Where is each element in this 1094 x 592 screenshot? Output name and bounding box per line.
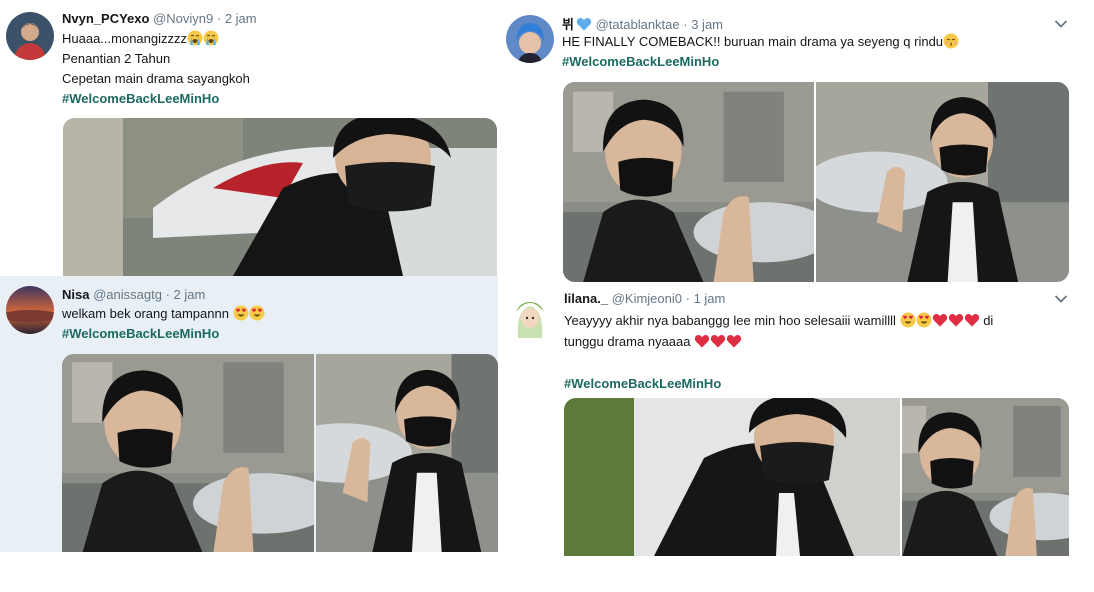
tweet-line: Penantian 2 Tahun xyxy=(62,51,171,66)
tweet-card[interactable]: lilana._ @Kimjeoni0 · 1 jam Yeayyyy akhi… xyxy=(504,284,1084,556)
red-heart-emoji xyxy=(964,312,980,328)
tweet-line: Cepetan main drama sayangkoh xyxy=(62,71,250,86)
red-heart-emoji xyxy=(932,312,948,328)
photo[interactable] xyxy=(902,398,1069,556)
blue-heart-emoji xyxy=(576,16,592,32)
tweet-line: HE FINALLY COMEBACK!! buruan main drama … xyxy=(562,32,1072,52)
hashtag-link[interactable]: #WelcomeBackLeeMinHo xyxy=(62,326,219,341)
author-name[interactable]: Nisa xyxy=(62,287,89,302)
chevron-down-icon[interactable] xyxy=(1054,19,1068,29)
tweet-line: Yeayyyy akhir nya babanggg lee min hoo s… xyxy=(564,312,994,328)
chevron-down-icon[interactable] xyxy=(1054,294,1068,304)
kissing-face-emoji xyxy=(943,33,959,49)
timestamp[interactable]: 3 jam xyxy=(691,17,723,32)
tweet-line: tunggu drama nyaaaa xyxy=(564,331,1074,352)
heart-eyes-emoji xyxy=(916,312,932,328)
author-handle[interactable]: @Noviyn9 xyxy=(153,11,213,26)
hashtag-link[interactable]: #WelcomeBackLeeMinHo xyxy=(62,91,219,106)
tweet-line: welkam bek orang tampannn xyxy=(62,304,492,324)
loudly-crying-face-emoji xyxy=(187,30,203,46)
photo[interactable] xyxy=(563,82,814,282)
tweet-card[interactable]: Nisa @anissagtg · 2 jam welkam bek orang… xyxy=(0,276,498,552)
heart-eyes-emoji xyxy=(249,305,265,321)
separator: · xyxy=(216,11,222,26)
author-name[interactable]: 뷔 xyxy=(562,17,592,32)
separator: · xyxy=(165,287,170,302)
loudly-crying-face-emoji xyxy=(203,30,219,46)
avatar[interactable] xyxy=(506,15,554,63)
heart-eyes-emoji xyxy=(233,305,249,321)
hashtag-link[interactable]: #WelcomeBackLeeMinHo xyxy=(562,54,719,69)
photo[interactable] xyxy=(816,82,1069,282)
timestamp[interactable]: 2 jam xyxy=(174,287,206,302)
separator: · xyxy=(683,17,688,32)
timestamp[interactable]: 1 jam xyxy=(694,291,726,306)
author-handle[interactable]: @Kimjeoni0 xyxy=(612,291,682,306)
hashtag-link[interactable]: #WelcomeBackLeeMinHo xyxy=(564,376,721,391)
avatar[interactable] xyxy=(6,12,54,60)
tweet-media[interactable] xyxy=(563,82,1069,282)
tweet-media[interactable] xyxy=(564,398,1069,556)
photo[interactable] xyxy=(62,354,314,552)
red-heart-emoji xyxy=(948,312,964,328)
photo[interactable] xyxy=(63,118,497,276)
author-handle[interactable]: @tatablanktae xyxy=(596,17,680,32)
photo[interactable] xyxy=(316,354,498,552)
separator: · xyxy=(685,291,690,306)
tweet-card[interactable]: 뷔 @tatablanktae · 3 jam HE FINALLY COMEB… xyxy=(504,0,1084,284)
red-heart-emoji xyxy=(726,333,742,349)
avatar[interactable] xyxy=(6,286,54,334)
author-name[interactable]: Nvyn_PCYexo xyxy=(62,11,149,26)
tweet-card[interactable]: Nvyn_PCYexo @Noviyn9 · 2 jam Huaaa...mon… xyxy=(0,0,498,276)
red-heart-emoji xyxy=(710,333,726,349)
author-name[interactable]: lilana._ xyxy=(564,291,608,306)
tweet-line: Huaaa...monangizzzz xyxy=(62,29,492,49)
photo[interactable] xyxy=(564,398,900,556)
heart-eyes-emoji xyxy=(900,312,916,328)
tweet-media[interactable] xyxy=(63,118,497,276)
avatar[interactable] xyxy=(510,292,550,340)
tweet-media[interactable] xyxy=(62,354,498,552)
timestamp[interactable]: 2 jam xyxy=(225,11,257,26)
author-handle[interactable]: @anissagtg xyxy=(93,287,162,302)
red-heart-emoji xyxy=(694,333,710,349)
